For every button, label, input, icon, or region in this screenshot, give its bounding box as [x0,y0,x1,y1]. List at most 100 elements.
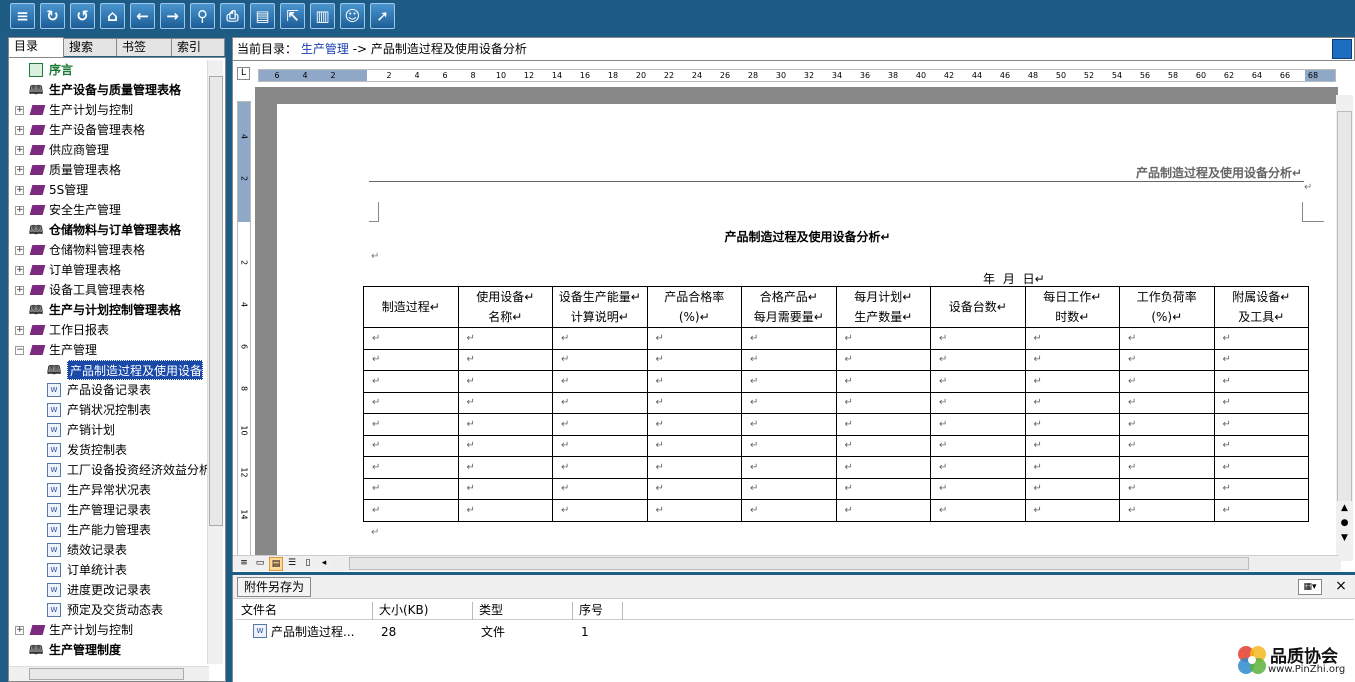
table-cell[interactable]: ↵ [741,434,837,457]
table-cell[interactable]: ↵ [741,327,837,350]
expand-icon[interactable]: + [15,106,24,115]
toc-item[interactable]: + 订单管理表格 [9,260,205,280]
table-cell[interactable]: ↵ [741,348,837,371]
toc-item[interactable]: + 质量管理表格 [9,160,205,180]
table-cell[interactable]: ↵ [1213,456,1309,479]
toc-item[interactable]: W 产销状况控制表 [9,400,205,420]
table-cell[interactable]: ↵ [1119,456,1215,479]
table-cell[interactable]: ↵ [1213,370,1309,393]
table-cell[interactable]: ↵ [646,370,742,393]
expand-icon[interactable]: + [15,266,24,275]
table-cell[interactable]: ↵ [363,327,459,350]
scrollbar-thumb[interactable] [1337,111,1352,531]
table-cell[interactable]: ↵ [1024,499,1120,522]
table-cell[interactable]: ↵ [930,391,1026,414]
toc-item[interactable]: 🕮 产品制造过程及使用设备分析 [9,360,205,380]
table-cell[interactable]: ↵ [930,413,1026,436]
table-cell[interactable]: ↵ [835,499,931,522]
table-cell[interactable]: ↵ [646,348,742,371]
expand-icon[interactable]: + [15,166,24,175]
table-cell[interactable]: ↵ [1119,348,1215,371]
table-cell[interactable]: ↵ [552,456,648,479]
toc-item[interactable]: W 生产异常状况表 [9,480,205,500]
forward-icon[interactable]: → [160,3,185,29]
attachment-column-header[interactable]: 类型 [473,602,573,620]
web-view-icon[interactable]: ▭ [253,557,267,571]
document-horizontal-scrollbar[interactable] [331,557,1341,571]
table-cell[interactable]: ↵ [930,370,1026,393]
attachment-column-header[interactable]: 序号 [573,602,623,620]
table-cell[interactable]: ↵ [457,391,553,414]
toc-item[interactable]: W 产品设备记录表 [9,380,205,400]
page-view-icon[interactable]: ▤ [269,557,283,571]
table-cell[interactable]: ↵ [741,499,837,522]
table-cell[interactable]: ↵ [552,348,648,371]
table-cell[interactable]: ↵ [363,391,459,414]
expand-icon[interactable]: + [15,626,24,635]
list-view-icon[interactable]: ▦▾ [1298,579,1322,595]
tab-stop-selector[interactable]: L [237,67,250,80]
table-cell[interactable]: ↵ [930,327,1026,350]
table-cell[interactable]: ↵ [1213,499,1309,522]
table-cell[interactable]: ↵ [457,434,553,457]
table-cell[interactable]: ↵ [457,327,553,350]
table-cell[interactable]: ↵ [835,370,931,393]
table-cell[interactable]: ↵ [1024,370,1120,393]
export-icon[interactable]: ⇱ [280,3,305,29]
table-cell[interactable]: ↵ [552,391,648,414]
save-attachment-button[interactable]: 附件另存为 [237,577,312,597]
scroll-left-icon[interactable]: ◂ [317,557,331,571]
toc-item[interactable]: 🕮 生产设备与质量管理表格 [9,80,205,100]
table-cell[interactable]: ↵ [1119,370,1215,393]
table-cell[interactable]: ↵ [835,327,931,350]
table-cell[interactable]: ↵ [741,477,837,500]
attachment-column-header[interactable]: 大小(KB) [373,602,473,620]
toc-item[interactable]: + 生产计划与控制 [9,620,205,640]
toc-horizontal-scrollbar[interactable] [9,666,209,681]
toc-item[interactable]: W 订单统计表 [9,560,205,580]
expand-icon[interactable]: + [15,246,24,255]
table-cell[interactable]: ↵ [646,327,742,350]
table-cell[interactable]: ↵ [835,391,931,414]
table-cell[interactable]: ↵ [1119,477,1215,500]
toc-item[interactable]: W 进度更改记录表 [9,580,205,600]
table-cell[interactable]: ↵ [1119,327,1215,350]
table-cell[interactable]: ↵ [741,456,837,479]
table-cell[interactable]: ↵ [646,434,742,457]
tab-bookmarks[interactable]: 书签 [116,38,172,56]
table-cell[interactable]: ↵ [835,348,931,371]
toc-item[interactable]: 🕮 生产与计划控制管理表格 [9,300,205,320]
table-cell[interactable]: ↵ [646,391,742,414]
table-cell[interactable]: ↵ [1119,413,1215,436]
reading-view-icon[interactable]: ▯ [301,557,315,571]
toc-item[interactable]: + 工作日报表 [9,320,205,340]
notes-icon[interactable]: ▤ [250,3,275,29]
refresh-icon[interactable]: ↻ [40,3,65,29]
table-cell[interactable]: ↵ [363,499,459,522]
tab-search[interactable]: 搜索 [63,38,117,56]
expand-icon[interactable]: + [15,286,24,295]
normal-view-icon[interactable]: ≡ [237,557,251,571]
table-cell[interactable]: ↵ [930,348,1026,371]
table-cell[interactable]: ↵ [363,348,459,371]
table-cell[interactable]: ↵ [552,477,648,500]
table-cell[interactable]: ↵ [835,434,931,457]
toc-vertical-scrollbar[interactable] [207,60,223,664]
undo-icon[interactable]: ↺ [70,3,95,29]
breadcrumb-link[interactable]: 生产管理 [301,42,349,56]
expand-icon[interactable]: + [15,206,24,215]
toc-item[interactable]: + 安全生产管理 [9,200,205,220]
toc-item[interactable]: + 设备工具管理表格 [9,280,205,300]
table-cell[interactable]: ↵ [1024,477,1120,500]
expand-icon[interactable]: + [15,146,24,155]
home-icon[interactable]: ⌂ [100,3,125,29]
table-cell[interactable]: ↵ [930,434,1026,457]
table-cell[interactable]: ↵ [1119,434,1215,457]
table-cell[interactable]: ↵ [1024,348,1120,371]
smiley-icon[interactable]: ☺ [340,3,365,29]
toc-item[interactable]: W 发货控制表 [9,440,205,460]
expand-icon[interactable]: + [15,186,24,195]
table-cell[interactable]: ↵ [741,370,837,393]
table-cell[interactable]: ↵ [363,434,459,457]
table-cell[interactable]: ↵ [646,456,742,479]
